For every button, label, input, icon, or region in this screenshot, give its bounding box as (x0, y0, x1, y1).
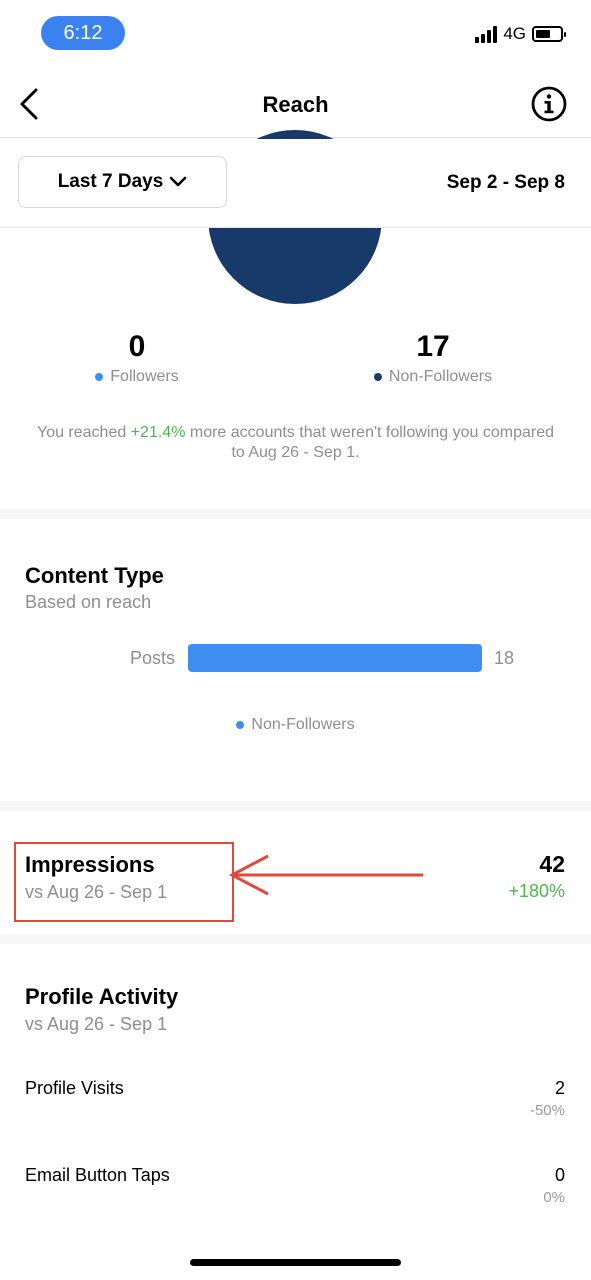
chevron-down-icon (170, 176, 187, 187)
page-title: Reach (262, 92, 329, 117)
annotation-highlight-box (14, 842, 234, 922)
summary-change: +21.4% (130, 424, 186, 441)
impressions-value: 42 (539, 851, 565, 877)
network-type: 4G (503, 24, 526, 43)
content-type-title: Content Type (25, 563, 164, 588)
non-followers-label: Non-Followers (388, 368, 493, 385)
home-indicator[interactable] (190, 1259, 401, 1266)
profile-activity-title: Profile Activity (25, 984, 179, 1009)
email-button-taps-value: 0 (554, 1165, 565, 1185)
profile-visits-label[interactable]: Profile Visits (25, 1078, 124, 1099)
followers-label: Followers (110, 368, 179, 385)
profile-activity-subtitle: vs Aug 26 - Sep 1 (25, 1014, 168, 1034)
content-type-subtitle: Based on reach (25, 592, 152, 612)
divider (0, 227, 591, 228)
status-time: 6:12 (41, 16, 125, 50)
non-followers-dot-icon (373, 373, 382, 381)
followers-stat: 0 Followers (37, 330, 237, 386)
section-separator (0, 801, 591, 811)
email-button-taps-label[interactable]: Email Button Taps (25, 1165, 170, 1186)
info-icon[interactable] (531, 86, 567, 122)
impressions-change: +180% (508, 881, 565, 901)
non-followers-stat: 17 Non-Followers (333, 330, 533, 386)
followers-legend: Followers (37, 368, 237, 386)
non-followers-legend: Non-Followers (333, 368, 533, 386)
bar-label-posts: Posts (129, 648, 175, 668)
profile-visits-change: -50% (529, 1102, 565, 1119)
reach-summary: You reached +21.4% more accounts that we… (30, 423, 561, 463)
date-range: Sep 2 - Sep 8 (446, 172, 565, 193)
non-followers-count: 17 (416, 330, 450, 363)
battery-icon (532, 26, 566, 42)
legend-dot-icon (236, 721, 245, 729)
legend-label: Non-Followers (251, 716, 355, 733)
section-separator (0, 509, 591, 519)
followers-count: 0 (128, 330, 146, 363)
nav-bar: Reach (0, 70, 591, 138)
period-dropdown[interactable]: Last 7 Days (18, 156, 227, 208)
profile-visits-value: 2 (554, 1078, 565, 1098)
section-separator (0, 934, 591, 944)
status-indicators: 4G (475, 24, 566, 44)
email-button-taps-change: 0% (543, 1189, 565, 1206)
followers-dot-icon (95, 373, 104, 381)
summary-prefix: You reached (36, 424, 131, 441)
period-label: Last 7 Days (57, 171, 164, 192)
bar-value-posts: 18 (494, 648, 515, 668)
annotation-arrow-icon (228, 854, 423, 896)
signal-icon (475, 25, 498, 43)
summary-suffix: more accounts that weren't following you… (185, 424, 554, 461)
content-type-legend: Non-Followers (0, 716, 591, 734)
bar-posts (188, 644, 482, 672)
